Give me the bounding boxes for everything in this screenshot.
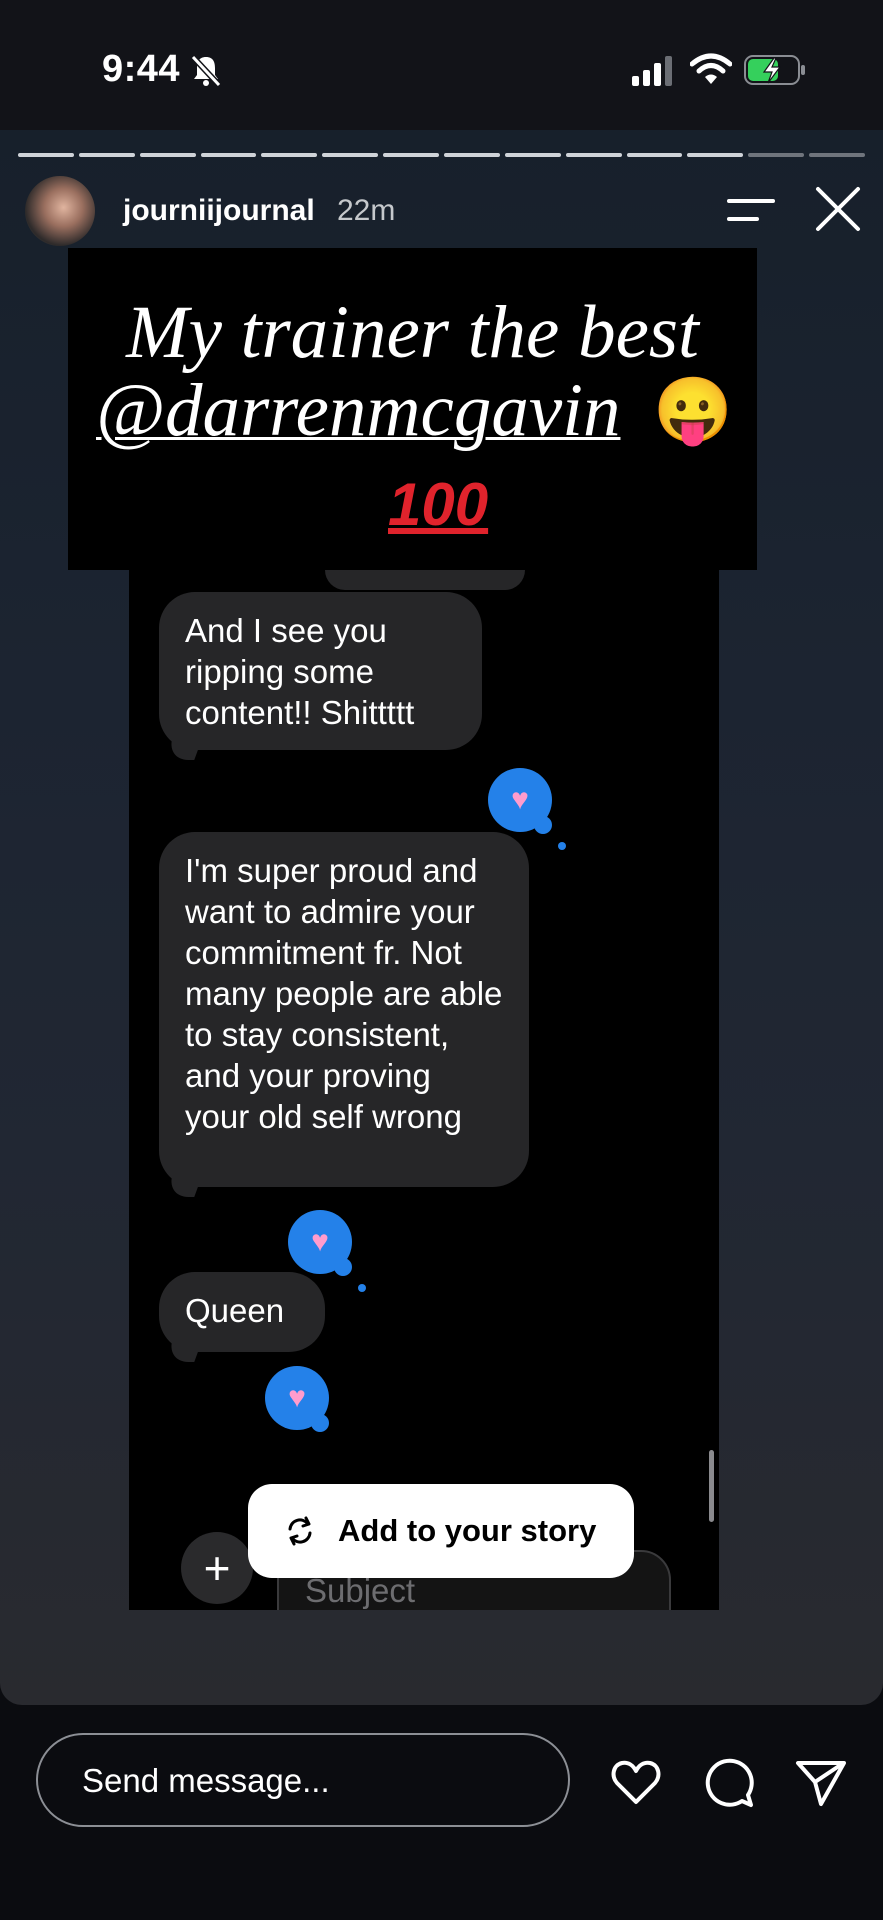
story-progress-bar: [18, 153, 866, 157]
wifi-icon: [690, 53, 732, 84]
status-bar: 9:44: [0, 0, 883, 130]
story-header: journiijournal 22m: [25, 176, 863, 246]
bell-off-icon: [190, 54, 222, 88]
story-caption: My trainer the best @darrenmcgavin 😛 100: [68, 248, 757, 570]
message-text: And I see you ripping some content!! Shi…: [185, 612, 415, 731]
story-progress-segment: [565, 153, 622, 157]
avatar[interactable]: [25, 176, 95, 246]
heart-reaction-icon: ♥: [488, 768, 566, 850]
tongue-emoji: 😛: [653, 374, 733, 446]
message-bubble: And I see you ripping some content!! Shi…: [159, 592, 482, 750]
heart-icon[interactable]: [609, 1755, 663, 1809]
close-icon[interactable]: [813, 184, 863, 234]
message-bubble: [325, 570, 525, 590]
story-progress-segment: [139, 153, 196, 157]
story-progress-segment: [78, 153, 135, 157]
comment-icon[interactable]: [702, 1755, 756, 1809]
caption-text: My trainer the best: [126, 291, 699, 374]
hundred-points-emoji: 100: [388, 471, 489, 538]
story-progress-segment: [322, 153, 379, 157]
story-viewer[interactable]: journiijournal 22m My trainer the best @…: [0, 130, 883, 1705]
heart-reaction-icon: ♥: [288, 1210, 366, 1292]
story-progress-segment: [809, 153, 866, 157]
share-icon[interactable]: [794, 1755, 848, 1809]
message-bubble: Queen: [159, 1272, 325, 1352]
send-message-input[interactable]: Send message...: [36, 1733, 570, 1827]
story-username[interactable]: journiijournal: [123, 194, 315, 228]
story-progress-segment: [18, 153, 74, 157]
message-text: I'm super proud and want to admire your …: [185, 852, 503, 1135]
heart-reaction-icon: ♥: [265, 1366, 329, 1432]
story-timestamp: 22m: [337, 194, 396, 227]
battery-charging-icon: [744, 55, 805, 85]
caption-mention[interactable]: @darrenmcgavin: [96, 368, 620, 454]
plus-button: +: [181, 1532, 253, 1604]
chat-screenshot: And I see you ripping some content!! Shi…: [129, 570, 719, 1610]
story-progress-segment: [687, 153, 744, 157]
scrollbar: [709, 1450, 714, 1522]
add-to-story-button[interactable]: Add to your story: [248, 1484, 634, 1578]
story-progress-segment: [200, 153, 257, 157]
story-progress-segment: [626, 153, 683, 157]
message-bubble: I'm super proud and want to admire your …: [159, 832, 529, 1187]
story-progress-segment: [261, 153, 318, 157]
message-text: Queen: [185, 1292, 285, 1329]
story-progress-segment: [504, 153, 561, 157]
menu-icon[interactable]: [727, 196, 775, 224]
status-time: 9:44: [102, 48, 181, 90]
story-progress-segment: [383, 153, 440, 157]
message-placeholder: Send message...: [82, 1762, 330, 1799]
repost-icon: [288, 1516, 312, 1546]
add-to-story-label: Add to your story: [338, 1513, 597, 1548]
message-composer: Send message...: [0, 1705, 883, 1920]
cellular-signal-icon: [632, 56, 672, 86]
story-progress-segment: [444, 153, 500, 157]
story-progress-segment: [748, 153, 805, 157]
